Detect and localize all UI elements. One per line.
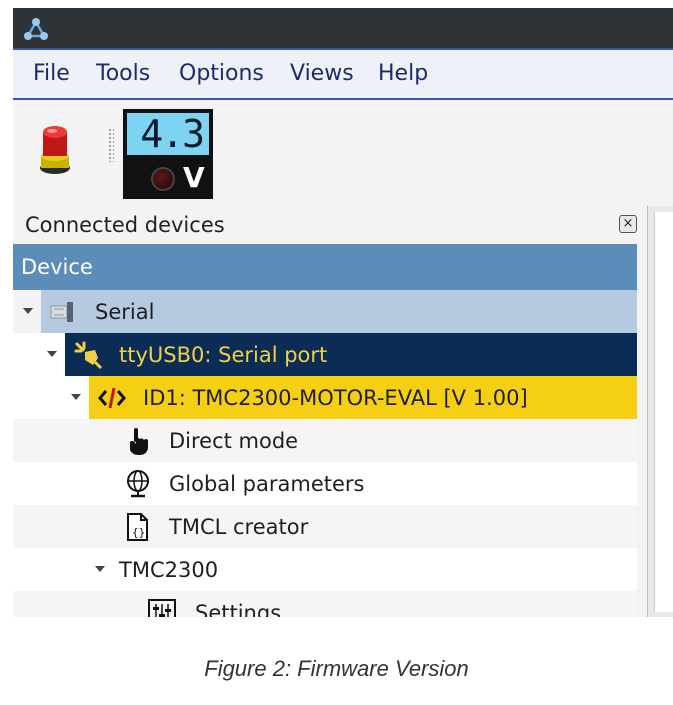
connected-plug-icon bbox=[74, 341, 103, 370]
tree-row-global-parameters[interactable]: Global parameters bbox=[13, 462, 637, 505]
supply-voltage-display: 4.3 V bbox=[123, 109, 213, 199]
voltage-value: 4.3 bbox=[127, 113, 209, 155]
hand-pointer-icon bbox=[130, 428, 148, 455]
emergency-stop-icon[interactable] bbox=[37, 118, 73, 178]
panel-close-button[interactable]: × bbox=[619, 215, 637, 233]
serial-connector-icon bbox=[50, 302, 73, 322]
tree-column-header[interactable]: Device bbox=[13, 244, 637, 290]
connected-devices-panel: Connected devices × Device Serial ttyUSB… bbox=[13, 206, 647, 617]
tree-row-serial-port[interactable]: ttyUSB0: Serial port bbox=[13, 333, 637, 376]
toolbar-grip[interactable] bbox=[108, 128, 114, 162]
tree-row-serial[interactable]: Serial bbox=[13, 290, 637, 333]
main-area bbox=[654, 212, 673, 612]
collapse-arrow-icon[interactable] bbox=[71, 394, 81, 400]
script-document-icon: {} bbox=[127, 513, 148, 541]
collapse-arrow-icon[interactable] bbox=[95, 566, 105, 572]
settings-sliders-icon bbox=[148, 599, 176, 617]
column-header-device: Device bbox=[21, 255, 93, 279]
tree-label-global-parameters: Global parameters bbox=[169, 472, 365, 496]
tree-row-ic[interactable]: TMC2300 bbox=[13, 548, 637, 591]
tmcl-ide-window: File Tools Options Views Help 4.3 V Conn… bbox=[13, 8, 673, 617]
svg-text:{}: {} bbox=[132, 526, 145, 539]
menu-options[interactable]: Options bbox=[179, 61, 264, 86]
tree-row-tmcl-creator[interactable]: {} TMCL creator bbox=[13, 505, 637, 548]
voltage-unit: V bbox=[183, 161, 205, 194]
tree-row-module[interactable]: ID1: TMC2300-MOTOR-EVAL [V 1.00] bbox=[13, 376, 637, 419]
tree-row-settings[interactable]: Settings bbox=[13, 591, 637, 617]
menu-help[interactable]: Help bbox=[378, 61, 428, 86]
globe-icon bbox=[127, 470, 149, 498]
tree-label-settings: Settings bbox=[195, 601, 282, 617]
device-tree: Serial ttyUSB0: Serial port ID1: TMC2300… bbox=[13, 290, 637, 617]
menu-views[interactable]: Views bbox=[290, 61, 354, 86]
collapse-arrow-icon[interactable] bbox=[23, 308, 33, 314]
app-logo-icon bbox=[24, 18, 48, 40]
menu-file[interactable]: File bbox=[33, 61, 70, 86]
tree-label-serial-port: ttyUSB0: Serial port bbox=[119, 343, 328, 367]
title-bar bbox=[13, 8, 673, 48]
menu-tools[interactable]: Tools bbox=[96, 61, 150, 86]
toolbar: 4.3 V bbox=[13, 100, 673, 207]
tree-label-direct-mode: Direct mode bbox=[169, 429, 299, 453]
code-brackets-icon bbox=[98, 387, 126, 409]
tree-label-tmcl-creator: TMCL creator bbox=[169, 515, 309, 539]
tree-row-direct-mode[interactable]: Direct mode bbox=[13, 419, 637, 462]
tree-label-serial: Serial bbox=[95, 300, 155, 324]
figure-caption: Figure 2: Firmware Version bbox=[204, 656, 469, 681]
panel-title: Connected devices bbox=[25, 213, 225, 237]
menu-bar: File Tools Options Views Help bbox=[13, 48, 673, 100]
collapse-arrow-icon[interactable] bbox=[47, 351, 57, 357]
status-led-icon bbox=[151, 167, 175, 191]
tree-label-ic: TMC2300 bbox=[119, 558, 219, 582]
tree-label-module: ID1: TMC2300-MOTOR-EVAL [V 1.00] bbox=[143, 386, 528, 410]
main-area-edge bbox=[647, 206, 673, 617]
